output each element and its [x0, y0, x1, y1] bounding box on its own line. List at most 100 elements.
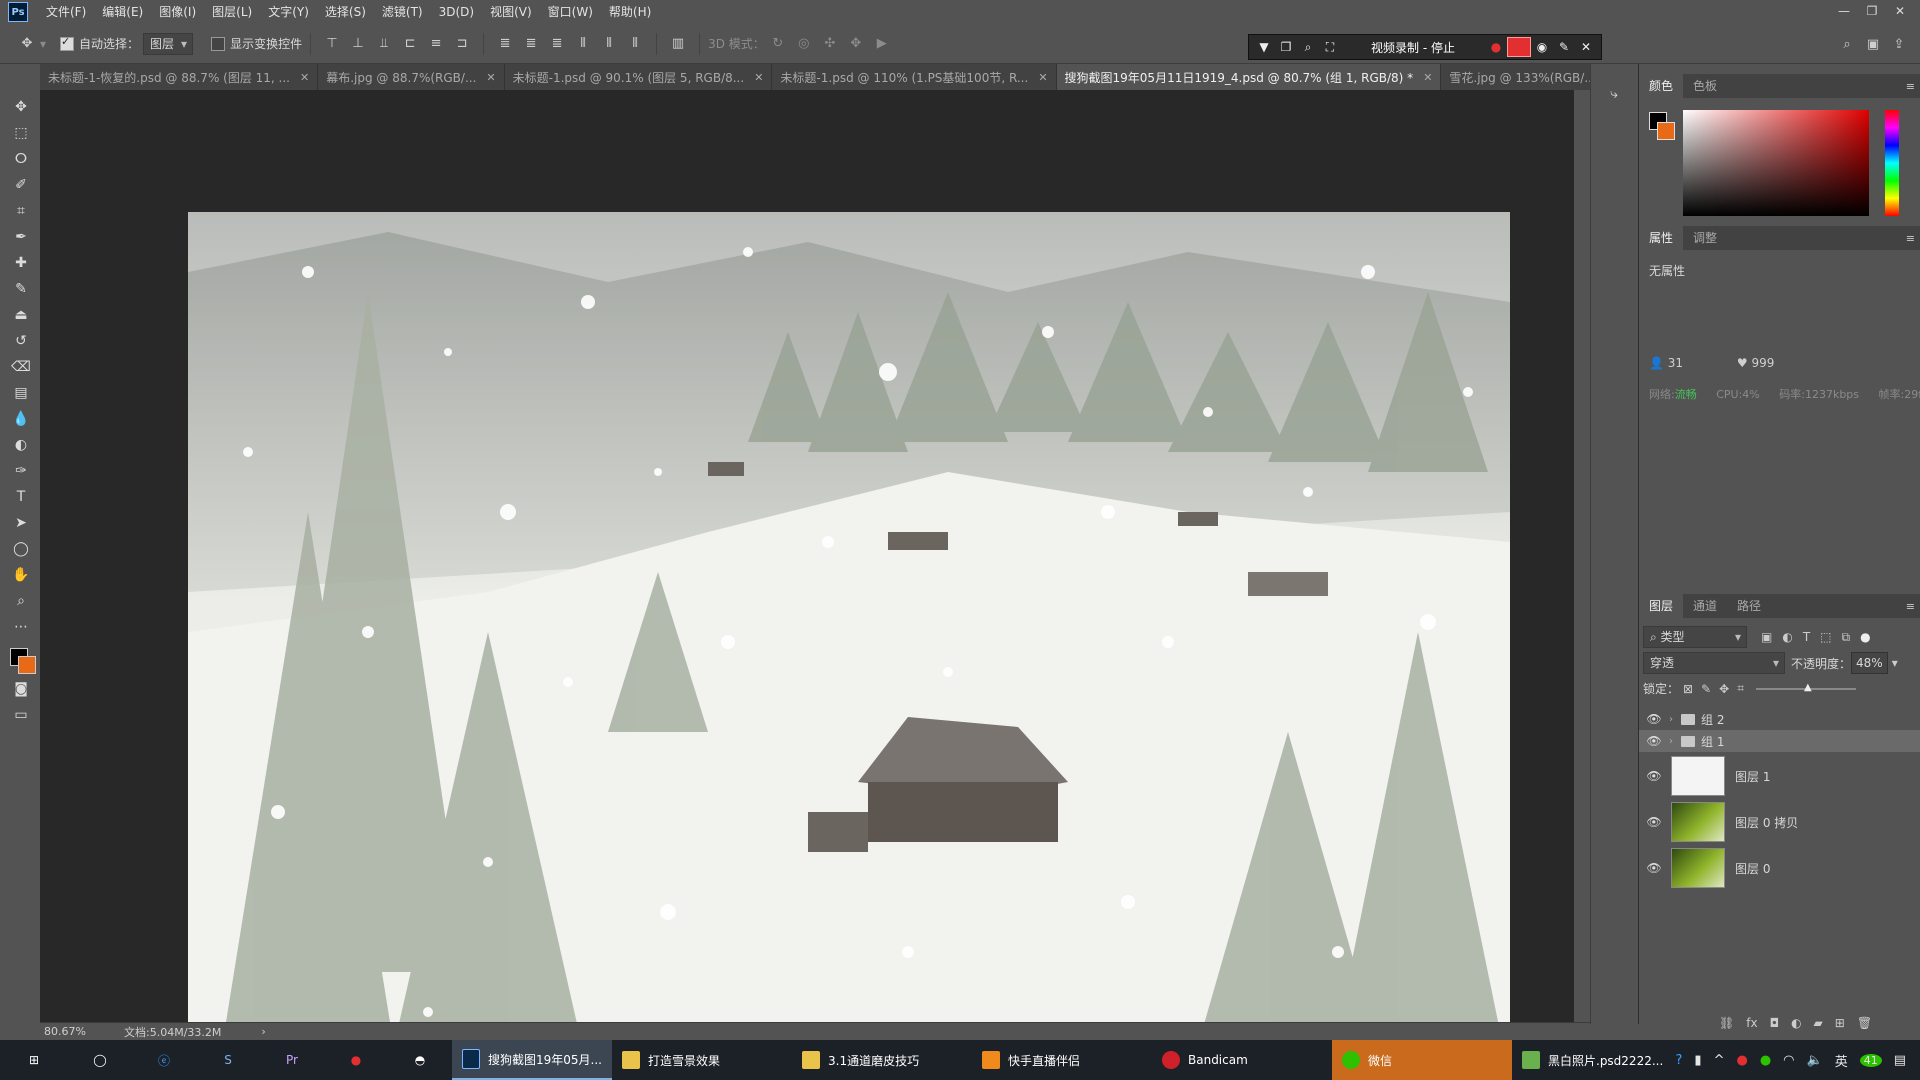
layer-filter-dropdown[interactable]: ⌕ 类型 — [1643, 626, 1747, 648]
menu-3d[interactable]: 3D(D) — [431, 0, 482, 24]
visibility-eye-icon[interactable]: 👁 — [1643, 734, 1665, 748]
color-picker-field[interactable] — [1683, 110, 1869, 216]
lock-artboard-icon[interactable]: ⌗ — [1737, 681, 1744, 696]
close-window-button[interactable]: ✕ — [1886, 0, 1914, 24]
lock-pixels-icon[interactable]: ✎ — [1701, 682, 1711, 696]
expand-chevron-icon[interactable]: › — [1669, 736, 1673, 747]
align-vcenter-icon[interactable]: ⊥ — [347, 33, 369, 55]
filter-pixel-icon[interactable]: ▣ — [1761, 630, 1772, 644]
panel-menu-icon[interactable]: ≡ — [1906, 232, 1915, 245]
share-icon[interactable]: ⇪ — [1888, 33, 1910, 55]
status-menu-chevron-icon[interactable]: › — [261, 1025, 265, 1038]
cortana-search-icon[interactable]: ◯ — [68, 1040, 132, 1080]
chevron-down-icon[interactable]: ▼ — [1253, 37, 1275, 57]
close-icon[interactable]: ✕ — [1575, 37, 1597, 57]
panel-menu-icon[interactable]: ≡ — [1906, 600, 1915, 613]
lock-transparency-icon[interactable]: ⊠ — [1683, 682, 1693, 696]
auto-select-checkbox[interactable] — [60, 35, 75, 51]
history-panel-icon[interactable]: ⤷ — [1603, 86, 1625, 108]
eraser-tool-icon[interactable]: ⌫ — [8, 354, 34, 380]
window-icon[interactable]: ❐ — [1275, 37, 1297, 57]
auto-select-dropdown[interactable]: 图层 — [143, 32, 194, 55]
tab-paths[interactable]: 路径 — [1727, 594, 1771, 618]
hue-slider[interactable] — [1885, 110, 1899, 216]
distribute-bottom-icon[interactable]: ≣ — [546, 33, 568, 55]
search-icon[interactable]: ⌕ — [1836, 33, 1858, 55]
tab-document[interactable]: 未标题-1.psd @ 90.1% (图层 5, RGB/8... ✕ — [504, 64, 773, 90]
restore-button[interactable]: ❐ — [1858, 0, 1886, 24]
align-hcenter-icon[interactable]: ≡ — [425, 33, 447, 55]
help-icon[interactable]: ? — [1676, 1053, 1683, 1068]
layer-row[interactable]: 👁 图层 0 — [1639, 846, 1920, 890]
new-layer-icon[interactable]: ⊞ — [1835, 1016, 1845, 1030]
panel-menu-icon[interactable]: ≡ — [1906, 80, 1915, 93]
background-color-swatch[interactable] — [1657, 122, 1675, 140]
filter-adjustment-icon[interactable]: ◐ — [1782, 630, 1792, 644]
tray-app-icon[interactable]: ● — [1760, 1053, 1771, 1068]
taskbar-item-folder[interactable]: 3.1通道磨皮技巧 — [792, 1040, 972, 1080]
hand-tool-icon[interactable]: ✋ — [8, 562, 34, 588]
visibility-eye-icon[interactable]: 👁 — [1643, 861, 1665, 875]
new-group-icon[interactable]: ▰ — [1814, 1016, 1823, 1030]
gradient-tool-icon[interactable]: ▤ — [8, 380, 34, 406]
menu-select[interactable]: 选择(S) — [317, 0, 374, 24]
tray-expand-icon[interactable]: ^ — [1714, 1053, 1725, 1068]
marquee-tool-icon[interactable]: ⬚ — [8, 120, 34, 146]
3d-roll-icon[interactable]: ◎ — [793, 33, 815, 55]
camera-icon[interactable]: ◉ — [1531, 37, 1553, 57]
visibility-eye-icon[interactable]: 👁 — [1643, 815, 1665, 829]
tab-document-active[interactable]: 搜狗截图19年05月11日1919_4.psd @ 80.7% (组 1, RG… — [1056, 64, 1442, 90]
crop-tool-icon[interactable]: ⌗ — [8, 198, 34, 224]
show-transform-checkbox[interactable] — [211, 36, 226, 51]
background-color-swatch[interactable] — [18, 656, 36, 674]
3d-pan-icon[interactable]: ✣ — [819, 33, 841, 55]
visibility-eye-icon[interactable]: 👁 — [1643, 769, 1665, 783]
healing-brush-tool-icon[interactable]: ✚ — [8, 250, 34, 276]
distribute-left-icon[interactable]: ⦀ — [572, 33, 594, 55]
opacity-input[interactable]: 48% — [1851, 652, 1888, 674]
tab-document[interactable]: 未标题-1.psd @ 110% (1.PS基础100节, R... ✕ — [772, 64, 1057, 90]
opacity-slider[interactable]: ▲ — [1755, 682, 1856, 693]
delete-layer-icon[interactable]: 🗑 — [1857, 1016, 1872, 1030]
blur-tool-icon[interactable]: 💧 — [8, 406, 34, 432]
taskbar-item-folder[interactable]: 打造雪景效果 — [612, 1040, 792, 1080]
tab-color[interactable]: 颜色 — [1639, 74, 1684, 98]
type-tool-icon[interactable]: T — [8, 484, 34, 510]
tray-record-icon[interactable]: ● — [1736, 1053, 1747, 1068]
taskbar-item-bandicam[interactable]: Bandicam — [1152, 1040, 1332, 1080]
lock-position-icon[interactable]: ✥ — [1719, 682, 1729, 696]
action-center-icon[interactable]: ▤ — [1894, 1053, 1906, 1068]
3d-slide-icon[interactable]: ✥ — [845, 33, 867, 55]
layer-row-selected[interactable]: 👁 › 组 1 — [1639, 730, 1920, 752]
taskbar-item-kuaishou[interactable]: 快手直播伴侣 — [972, 1040, 1152, 1080]
filter-type-icon[interactable]: T — [1803, 630, 1810, 644]
notification-badge[interactable]: 41 — [1859, 1053, 1882, 1067]
close-tab-icon[interactable]: ✕ — [1038, 71, 1047, 84]
taskbar-item-photoshop[interactable]: 搜狗截图19年05月... — [452, 1040, 612, 1080]
sogou-icon[interactable]: S — [196, 1040, 260, 1080]
align-bottom-icon[interactable]: ⫫ — [373, 33, 395, 55]
tab-document[interactable]: 未标题-1-恢复的.psd @ 88.7% (图层 11, ... ✕ — [40, 64, 319, 90]
menu-edit[interactable]: 编辑(E) — [94, 0, 151, 24]
visibility-eye-icon[interactable]: 👁 — [1643, 712, 1665, 726]
workspace-icon[interactable]: ▣ — [1862, 33, 1884, 55]
canvas-area[interactable] — [40, 90, 1574, 1080]
add-mask-icon[interactable]: ◘ — [1770, 1016, 1780, 1030]
distribute-hcenter-icon[interactable]: ⦀ — [598, 33, 620, 55]
close-tab-icon[interactable]: ✕ — [486, 71, 495, 84]
lasso-tool-icon[interactable]: ⵔ — [8, 146, 34, 172]
distribute-right-icon[interactable]: ⦀ — [624, 33, 646, 55]
close-tab-icon[interactable]: ✕ — [754, 71, 763, 84]
auto-align-icon[interactable]: ▥ — [667, 33, 689, 55]
opacity-slider-thumb[interactable]: ▲ — [1804, 682, 1812, 693]
adjustment-layer-icon[interactable]: ◐ — [1791, 1016, 1801, 1030]
tab-properties[interactable]: 属性 — [1639, 226, 1684, 250]
3d-rotate-icon[interactable]: ↻ — [767, 33, 789, 55]
move-tool-icon[interactable]: ✥ — [16, 33, 38, 55]
brush-tool-icon[interactable]: ✎ — [8, 276, 34, 302]
tab-document[interactable]: 幕布.jpg @ 88.7%(RGB/... ✕ — [318, 64, 505, 90]
ellipse-tool-icon[interactable]: ◯ — [8, 536, 34, 562]
tab-channels[interactable]: 通道 — [1683, 594, 1727, 618]
menu-window[interactable]: 窗口(W) — [540, 0, 601, 24]
tab-adjustments[interactable]: 调整 — [1683, 226, 1727, 250]
